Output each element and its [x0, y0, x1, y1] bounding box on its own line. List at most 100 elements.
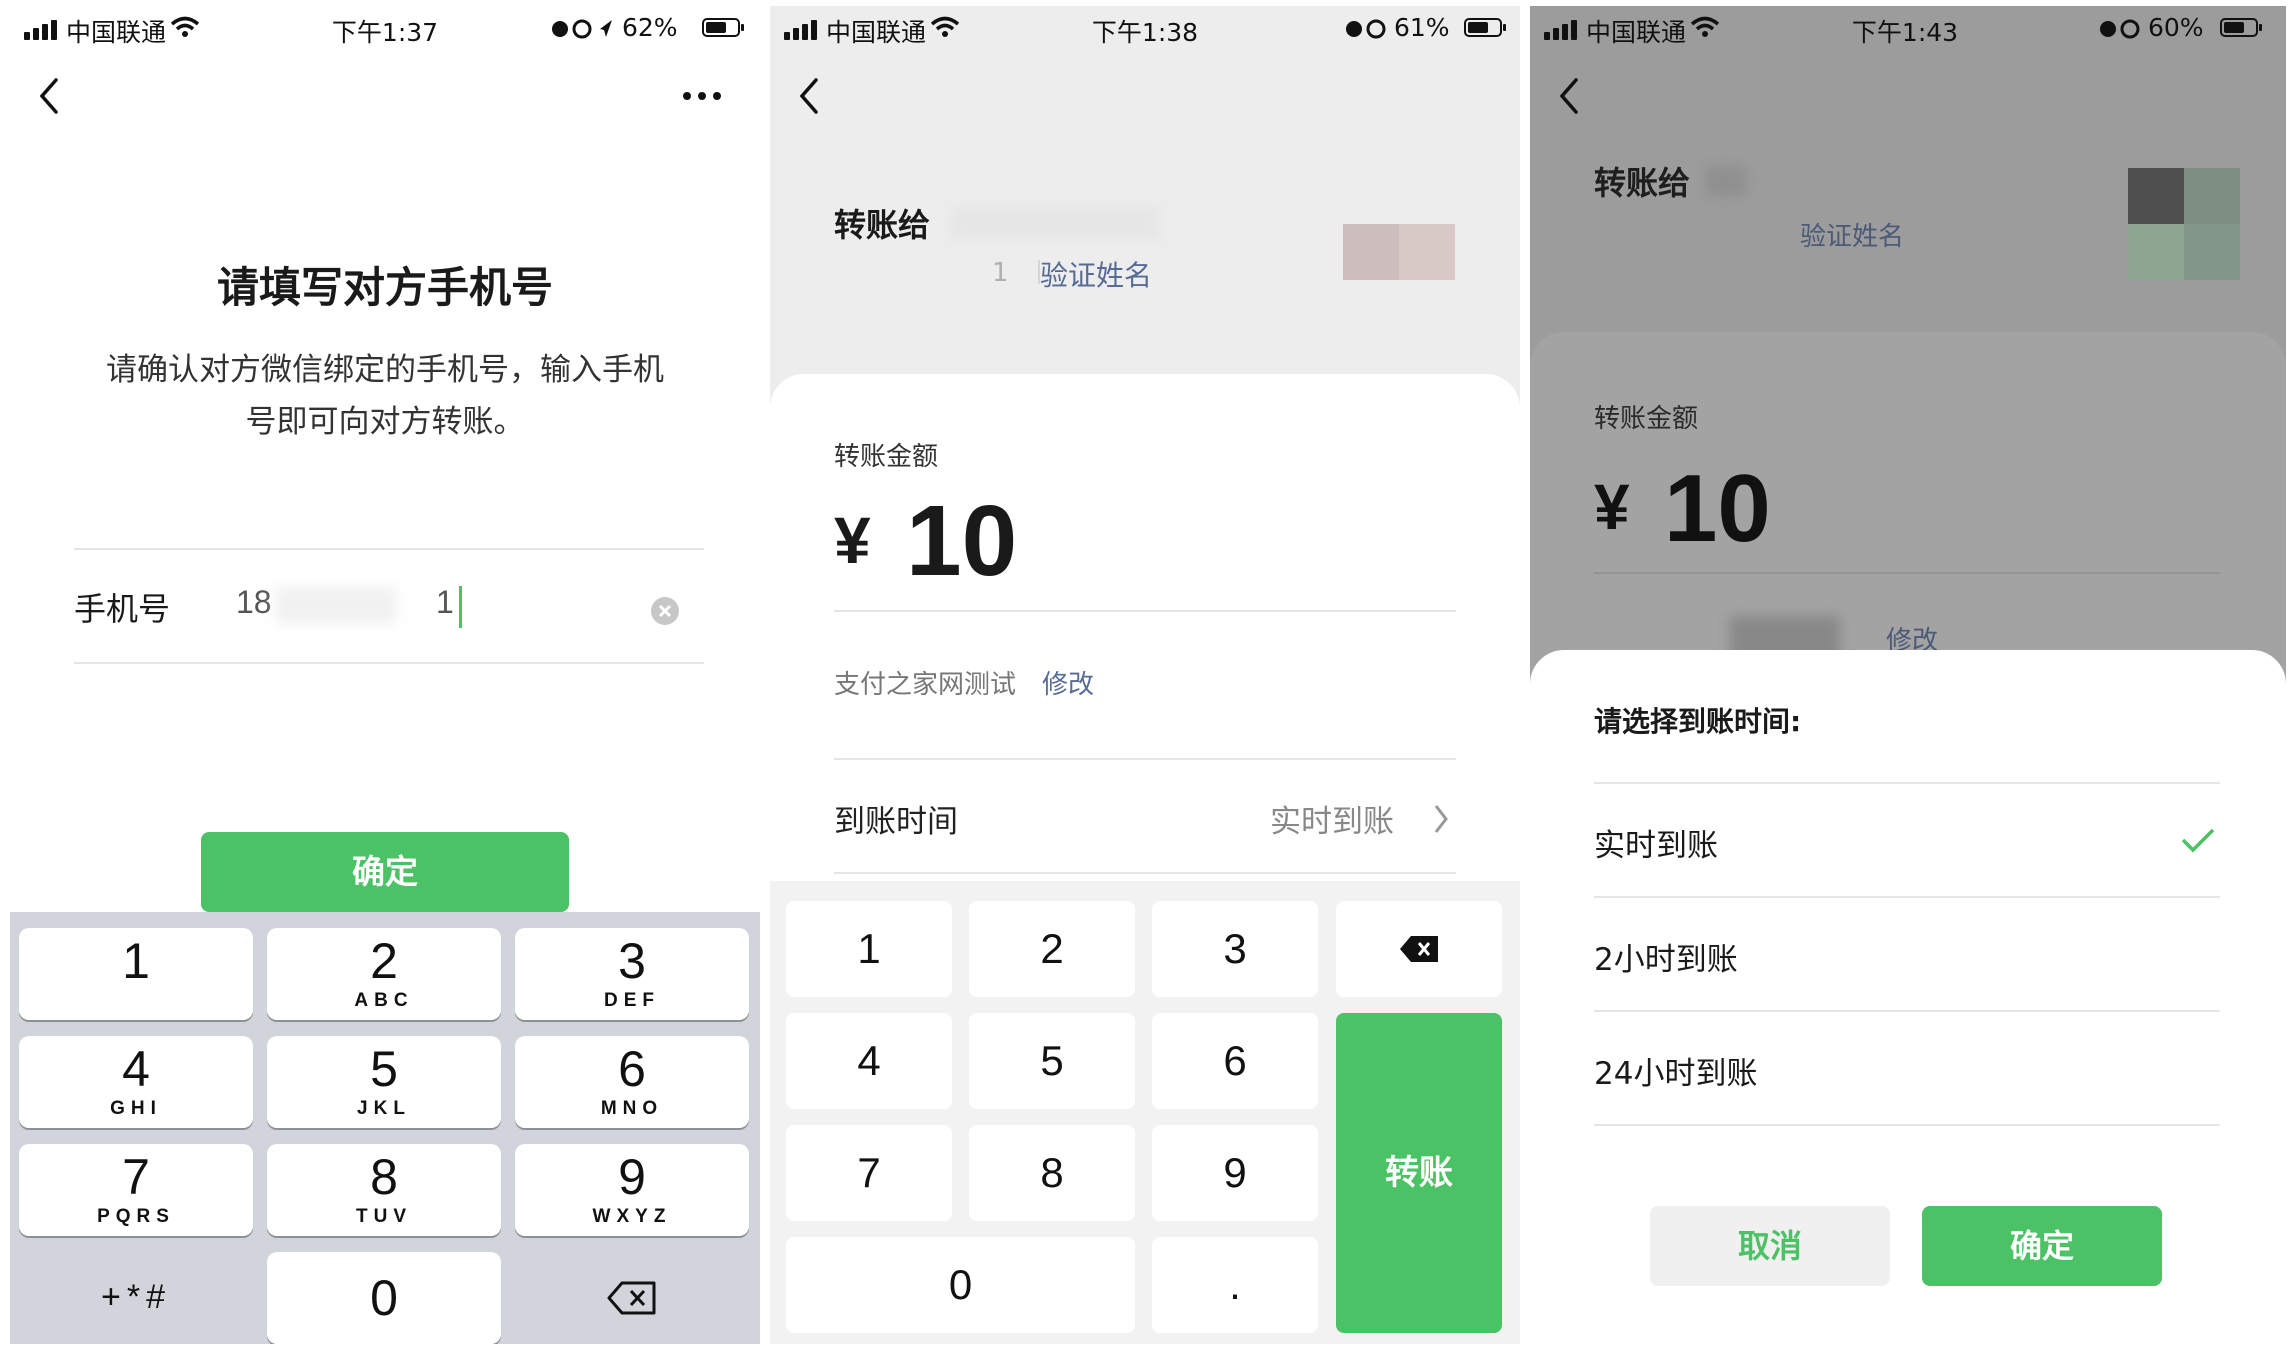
signal-icon [1544, 18, 1580, 40]
key-1[interactable]: 1 [19, 928, 253, 1020]
phone-keypad: 1 2 ABC 3 DEF 4 GHI 5 JKL 6 MNO 7 PQRS 8 TUV 9W… [10, 912, 760, 1344]
battery-icon [702, 18, 744, 37]
key-7[interactable]: 7 [786, 1125, 952, 1221]
key-5[interactable]: 5 JKL [267, 1036, 501, 1128]
key-0[interactable]: 0 [786, 1237, 1135, 1333]
avatar [1343, 224, 1455, 280]
status-bar: 中国联通 下午1:37 62% [10, 6, 760, 50]
battery-percent: 62% [622, 13, 678, 42]
battery-percent: 61% [1394, 13, 1450, 42]
chevron-right-icon[interactable] [1432, 802, 1450, 836]
key-7[interactable]: 7 PQRS [19, 1144, 253, 1236]
divider [74, 548, 704, 550]
description-line-2: 号即可向对方转账。 [245, 404, 525, 440]
divider [834, 610, 1456, 612]
status-bar: 中国联通 下午1:38 61% [770, 6, 1520, 50]
edit-note-link[interactable]: 修改 [1042, 664, 1094, 701]
carrier-label: 中国联通 [66, 18, 167, 47]
key-6[interactable]: 6 MNO [515, 1036, 749, 1128]
transfer-to-label: 转账给 [1594, 164, 1691, 202]
amount-keypad: 1 2 3 4 5 6 7 8 9 0 . 转账 [770, 881, 1520, 1344]
verify-name-link[interactable]: 验证姓名 [1040, 254, 1152, 294]
key-2[interactable]: 2 ABC [267, 928, 501, 1020]
arrival-time-label: 到账时间 [834, 804, 958, 840]
battery-icon [2220, 18, 2262, 37]
key-8[interactable]: 8 [969, 1125, 1135, 1221]
wifi-icon [170, 16, 200, 37]
back-icon[interactable] [1554, 74, 1586, 118]
recipient-name-redacted [1706, 166, 1746, 196]
alarm-lock-location-icons [552, 19, 612, 39]
check-icon [2181, 828, 2215, 853]
avatar [2128, 168, 2240, 280]
key-4[interactable]: 4 GHI [19, 1036, 253, 1128]
transfer-amount-screen: 中国联通 下午1:38 61% 转账给 1 验证姓名 转账金额 ¥ 10 支付之… [770, 6, 1520, 1344]
more-icon[interactable] [682, 90, 722, 102]
status-time: 下午1:38 [1091, 18, 1199, 47]
key-delete[interactable] [515, 1252, 749, 1344]
option-label: 2小时到账 [1594, 942, 1738, 978]
currency-symbol: ¥ [834, 503, 871, 577]
battery-icon [1464, 18, 1506, 37]
key-3[interactable]: 3 [1152, 901, 1318, 997]
back-icon[interactable] [34, 74, 66, 118]
page-title: 请填写对方手机号 [216, 263, 553, 312]
key-dot[interactable]: . [1152, 1237, 1318, 1333]
transfer-note: 支付之家网测试 [834, 670, 1017, 700]
battery-percent: 60% [2148, 13, 2204, 42]
amount-label: 转账金额 [1594, 404, 1699, 434]
description: 请确认对方微信绑定的手机号，输入手机 号即可向对方转账。 [10, 344, 760, 448]
cancel-button[interactable]: 取消 [1650, 1206, 1890, 1286]
description-line-1: 请确认对方微信绑定的手机号，输入手机 [106, 352, 664, 388]
status-time: 下午1:37 [331, 18, 439, 47]
transfer-to-label: 转账给 [834, 206, 931, 244]
currency-symbol: ¥ [1594, 471, 1630, 543]
arrival-time-selection-screen: 中国联通 下午1:43 60% 转账给 验证姓名 转账金额 ¥ 10 修改 请选… [1530, 6, 2286, 1344]
amount-value: 10 [906, 485, 1018, 597]
confirm-button[interactable]: 确定 [201, 832, 569, 912]
back-icon[interactable] [794, 74, 826, 118]
key-5[interactable]: 5 [969, 1013, 1135, 1109]
recipient-name-redacted [950, 206, 1160, 240]
phone-input[interactable]: 18 1 [236, 582, 466, 632]
divider [834, 758, 1456, 760]
key-4[interactable]: 4 [786, 1013, 952, 1109]
transfer-button[interactable]: 转账 [1336, 1013, 1502, 1333]
key-9[interactable]: 9 [1152, 1125, 1318, 1221]
key-2[interactable]: 2 [969, 901, 1135, 997]
wifi-icon [930, 16, 960, 37]
key-9[interactable]: 9 WXYZ [515, 1144, 749, 1236]
key-delete[interactable] [1336, 901, 1502, 997]
option-2-hours[interactable]: 2小时到账 [1594, 898, 2220, 1010]
phone-value-end: 1 [436, 584, 454, 620]
confirm-button[interactable]: 确定 [1922, 1206, 2162, 1286]
arrival-time-value[interactable]: 实时到账 [1270, 796, 1394, 841]
arrival-time-sheet: 请选择到账时间: 实时到账 2小时到账 24小时到账 取消 确定 [1530, 650, 2286, 1344]
amount-label: 转账金额 [834, 442, 939, 472]
key-symbols[interactable]: +*# [19, 1252, 253, 1344]
option-24-hours[interactable]: 24小时到账 [1594, 1012, 2220, 1124]
divider [834, 872, 1456, 874]
sheet-title: 请选择到账时间: [1594, 705, 1802, 738]
status-bar: 中国联通 下午1:43 60% [1530, 6, 2286, 50]
option-label: 24小时到账 [1594, 1056, 1758, 1092]
divider [1594, 572, 2220, 574]
delete-icon [607, 1281, 656, 1315]
verify-name-link[interactable]: 验证姓名 [1800, 216, 1904, 253]
wifi-icon [1690, 16, 1720, 37]
key-1[interactable]: 1 [786, 901, 952, 997]
key-0[interactable]: 0 [267, 1252, 501, 1344]
delete-icon [1400, 936, 1438, 962]
alarm-lock-icons [2100, 19, 2140, 39]
carrier-label: 中国联通 [1586, 18, 1687, 47]
clear-icon[interactable] [650, 596, 680, 626]
phone-number-screen: 中国联通 下午1:37 62% 请填写对方手机号 请确认对方微信绑定的手机号，输… [10, 6, 760, 1344]
signal-icon [24, 18, 60, 40]
amount-value: 10 [1664, 455, 1771, 562]
key-8[interactable]: 8 TUV [267, 1144, 501, 1236]
divider [74, 662, 704, 664]
key-3[interactable]: 3 DEF [515, 928, 749, 1020]
key-6[interactable]: 6 [1152, 1013, 1318, 1109]
option-realtime[interactable]: 实时到账 [1594, 784, 2220, 896]
phone-label: 手机号 [74, 590, 171, 628]
